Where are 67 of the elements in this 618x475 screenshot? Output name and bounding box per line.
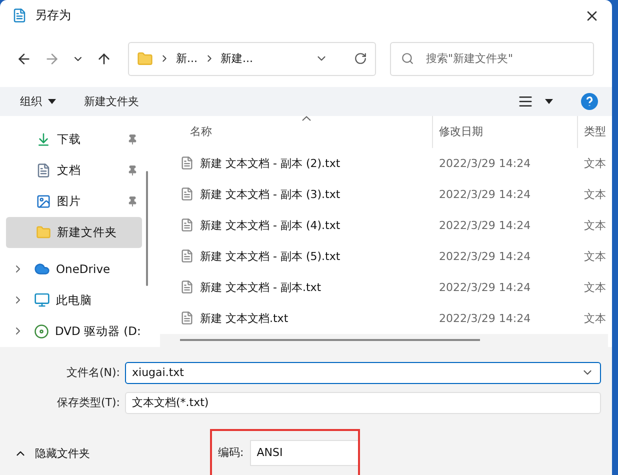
window-title: 另存为 <box>35 7 72 24</box>
file-name-cell[interactable]: 新建 文本文档 - 副本.txt <box>160 280 433 295</box>
sidebar-item[interactable]: OneDrive <box>6 254 142 285</box>
text-file-icon <box>180 187 194 202</box>
column-header[interactable]: 名称 <box>160 116 433 148</box>
new-folder-button[interactable]: 新建文件夹 <box>84 94 139 109</box>
filename-field[interactable]: xiugai.txt <box>125 362 601 384</box>
column-header[interactable]: 修改日期 <box>433 116 578 148</box>
date-cell-text: 2022/3/29 14:24 <box>438 250 532 263</box>
text-file-icon <box>180 218 194 232</box>
date-cell-text: 2022/3/29 14:24 <box>438 312 532 325</box>
type-cell-text: 文本 <box>583 280 607 295</box>
type-cell-text: 文本 <box>583 310 607 326</box>
caret-icon <box>545 98 553 104</box>
column-header[interactable]: 类型 <box>578 116 608 148</box>
sidebar-item[interactable]: DVD 驱动器 (D: <box>6 316 142 347</box>
view-button[interactable] <box>518 94 553 109</box>
search-field[interactable]: 搜索"新建文件夹" <box>390 42 594 76</box>
type-cell-text: 文本 <box>583 156 607 171</box>
text-file-icon <box>180 249 194 264</box>
date-cell-text: 2022/3/29 14:24 <box>438 156 532 170</box>
file-name-cell[interactable]: 新建 文本文档 - 副本 (3).txt <box>160 186 433 202</box>
breadcrumb[interactable]: 新... <box>176 51 198 66</box>
folder-icon <box>137 50 153 67</box>
image-icon <box>36 194 51 209</box>
file-name-cell[interactable]: 新建 文本文档 - 副本 (2).txt <box>160 156 433 171</box>
horizontal-scrollbar[interactable] <box>160 334 608 347</box>
cloud-icon <box>34 261 50 278</box>
date-cell-text: 2022/3/29 14:24 <box>438 218 532 232</box>
disc-icon <box>34 324 49 339</box>
monitor-icon <box>34 292 50 308</box>
up-arrow-icon <box>96 50 112 67</box>
refresh-icon[interactable] <box>354 52 367 66</box>
type-cell-text: 文本 <box>583 248 607 264</box>
field-label: 文件名(N): <box>65 365 120 380</box>
date-cell-text: 2022/3/29 14:24 <box>438 280 532 294</box>
document-icon <box>36 162 51 178</box>
field-label: 保存类型(T): <box>56 395 120 410</box>
file-name-cell[interactable]: 新建 文本文档.txt <box>160 310 433 326</box>
sidebar-item[interactable]: 下载 <box>6 124 142 155</box>
encoding-label: 编码: <box>218 445 244 460</box>
sidebar-item[interactable]: 文档 <box>6 154 142 186</box>
text-file-icon <box>180 280 194 294</box>
file-name-cell[interactable]: 新建 文本文档 - 副本 (5).txt <box>160 248 433 264</box>
hide-folders-button[interactable]: 隐藏文件夹 <box>0 446 210 475</box>
address-bar[interactable]: 新... 新建... <box>128 42 376 76</box>
encoding-dropdown[interactable]: ANSI <box>250 440 358 466</box>
download-icon <box>36 132 51 147</box>
text-file-icon <box>180 311 194 326</box>
sidebar-item[interactable]: 图片 <box>6 186 142 217</box>
text-file-icon <box>180 156 194 170</box>
notepad-icon <box>12 8 27 24</box>
type-cell-text: 文本 <box>583 218 607 233</box>
scrollbar[interactable] <box>146 170 148 286</box>
file-type-dropdown[interactable]: 文本文档(*.txt) <box>125 392 601 414</box>
search-icon <box>401 52 414 66</box>
caret-icon <box>48 98 56 104</box>
folder-icon <box>36 224 51 240</box>
breadcrumb[interactable]: 新建... <box>220 51 253 66</box>
sidebar-item[interactable]: 此电脑 <box>6 284 142 316</box>
list-view-icon <box>518 94 533 109</box>
help-icon[interactable] <box>581 92 598 110</box>
file-name-cell[interactable]: 新建 文本文档 - 副本 (4).txt <box>160 218 433 233</box>
date-cell-text: 2022/3/29 14:24 <box>438 188 532 201</box>
type-cell-text: 文本 <box>583 186 607 202</box>
sidebar-item[interactable]: 新建文件夹 <box>6 216 142 248</box>
organize-button[interactable]: 组织 <box>20 94 56 109</box>
